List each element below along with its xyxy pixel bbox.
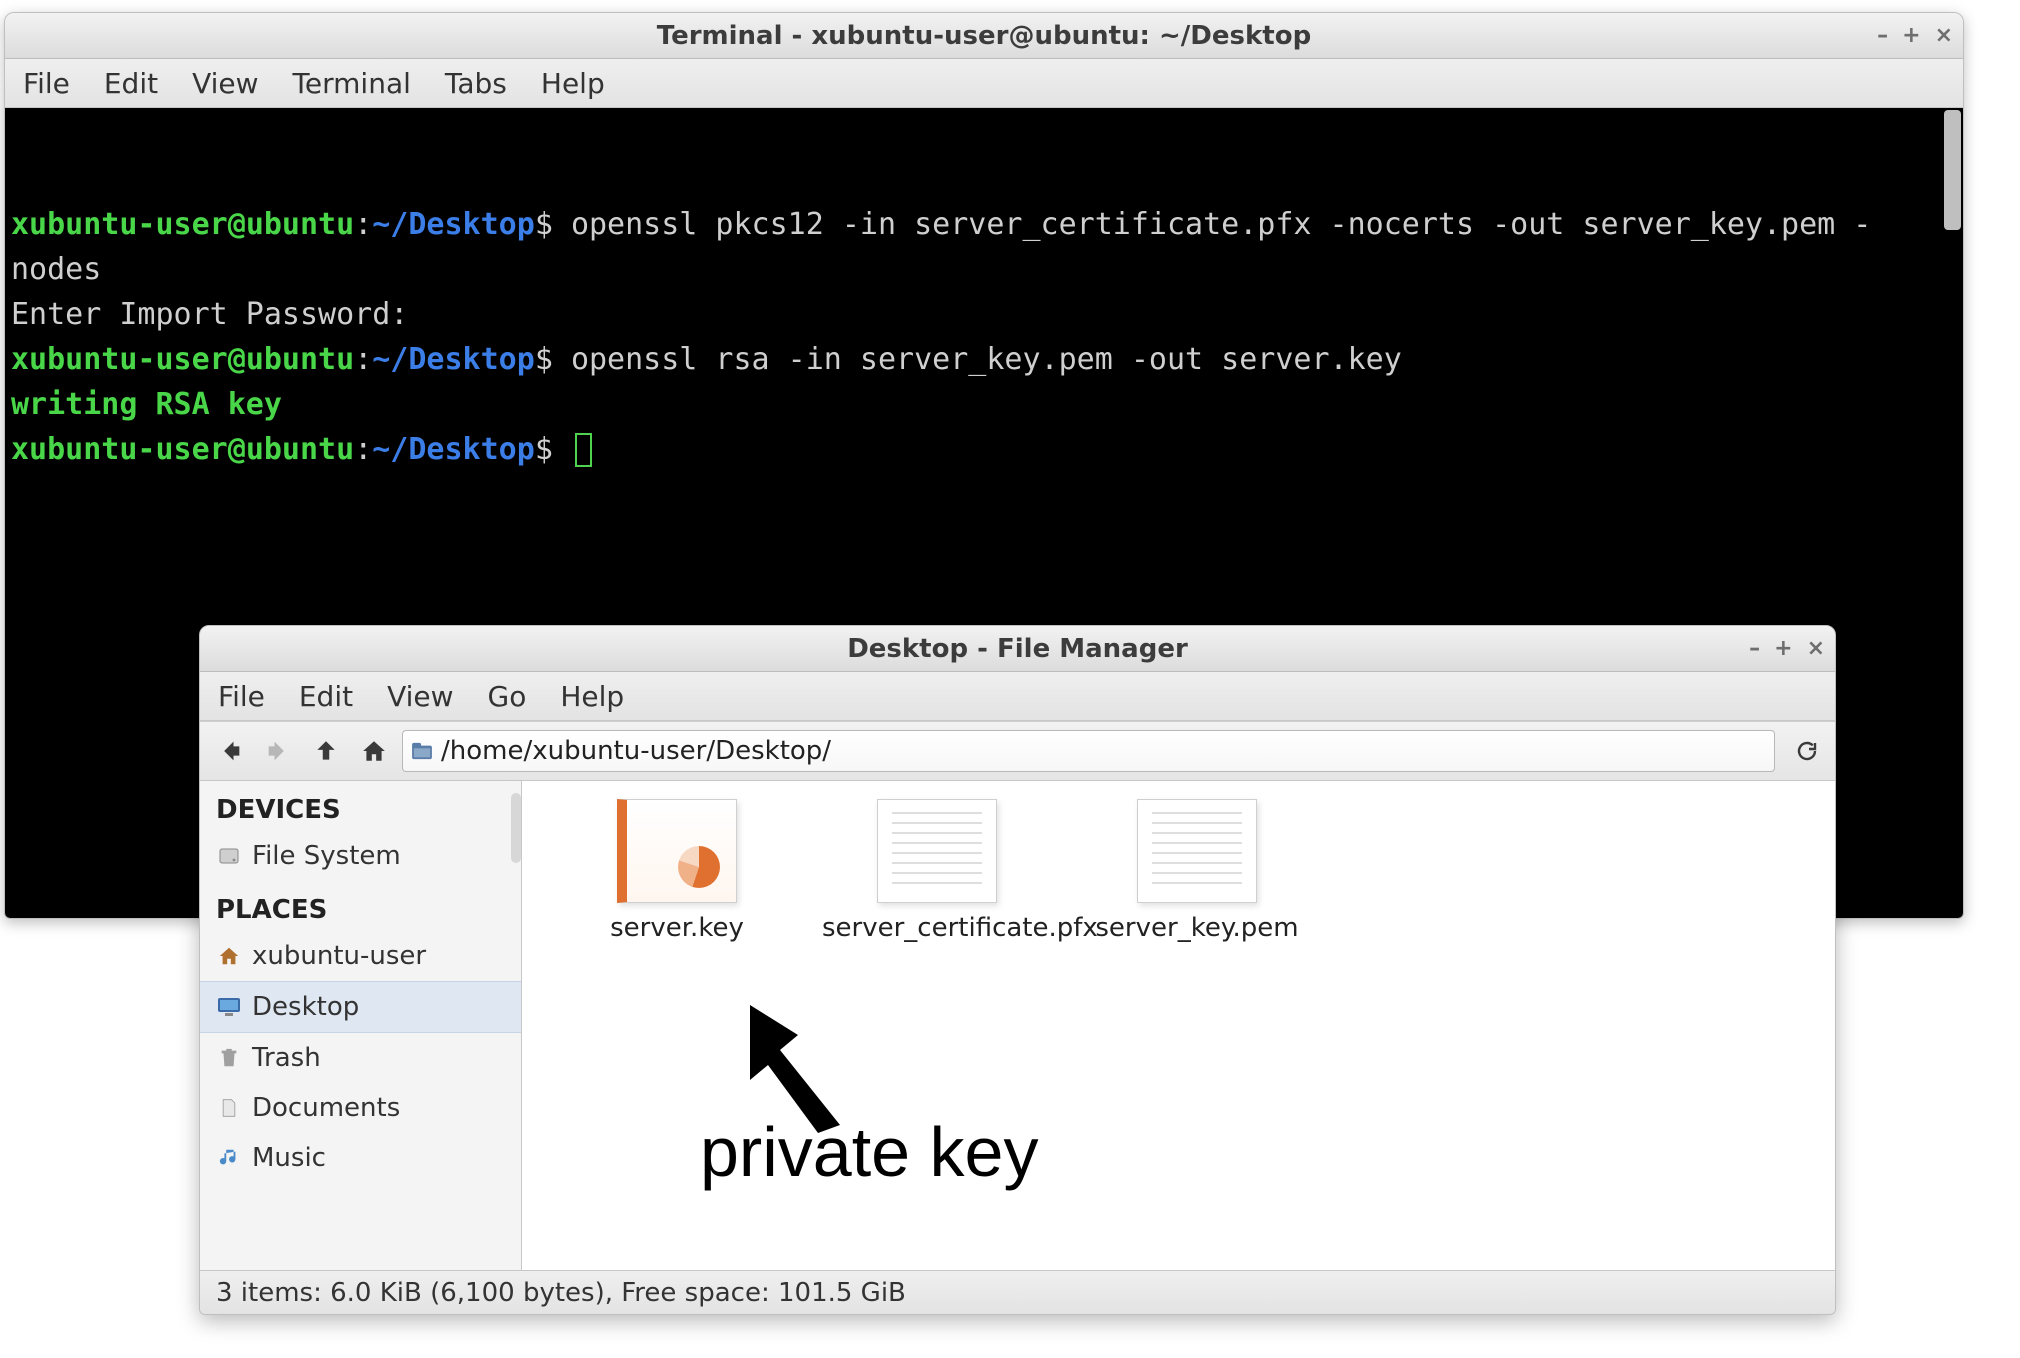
arrow-left-icon	[216, 737, 244, 765]
file-server-key-pem[interactable]: server_key.pem	[1082, 799, 1312, 943]
minimize-button[interactable]: –	[1877, 25, 1888, 47]
prompt-at: @	[228, 432, 246, 467]
file-manager-menubar: File Edit View Go Help	[200, 672, 1835, 721]
sidebar-item-label: xubuntu-user	[252, 941, 426, 971]
file-manager-toolbar: /home/xubuntu-user/Desktop/	[200, 721, 1835, 781]
home-icon	[216, 943, 242, 969]
file-manager-statusbar: 3 items: 6.0 KiB (6,100 bytes), Free spa…	[200, 1270, 1835, 1314]
trash-icon	[216, 1045, 242, 1071]
prompt-colon: :	[354, 207, 372, 242]
sidebar-item-music[interactable]: Music	[200, 1133, 521, 1183]
prompt-user: xubuntu-user	[11, 432, 228, 467]
terminal-scrollbar[interactable]	[1944, 110, 1961, 230]
status-text: 3 items: 6.0 KiB (6,100 bytes), Free spa…	[216, 1278, 906, 1308]
prompt-dollar: $	[535, 207, 553, 242]
sidebar-item-label: Documents	[252, 1093, 400, 1123]
home-button[interactable]	[354, 731, 394, 771]
close-button[interactable]: ×	[1807, 638, 1825, 660]
file-manager-sidebar: DEVICES File System PLACES xubuntu-user …	[200, 781, 522, 1270]
desktop-icon	[216, 994, 242, 1020]
prompt-path: ~/Desktop	[372, 432, 535, 467]
sidebar-item-label: Trash	[252, 1043, 321, 1073]
arrow-up-icon	[313, 738, 339, 764]
home-icon	[361, 738, 387, 764]
file-label: server_certificate.pfx	[822, 913, 1052, 943]
menu-file[interactable]: File	[218, 680, 265, 713]
file-thumb	[877, 799, 997, 903]
document-icon	[216, 1095, 242, 1121]
minimize-button[interactable]: –	[1749, 638, 1760, 660]
up-button[interactable]	[306, 731, 346, 771]
file-manager-main: DEVICES File System PLACES xubuntu-user …	[200, 781, 1835, 1270]
sidebar-heading-devices: DEVICES	[200, 781, 521, 831]
sidebar-item-home[interactable]: xubuntu-user	[200, 931, 521, 981]
sidebar-item-label: Music	[252, 1143, 326, 1173]
sidebar-item-label: File System	[252, 841, 401, 871]
refresh-button[interactable]	[1789, 733, 1825, 769]
disk-icon	[216, 843, 242, 869]
sidebar-heading-places: PLACES	[200, 881, 521, 931]
menu-view[interactable]: View	[387, 680, 453, 713]
terminal-window-controls: – + ×	[1877, 25, 1953, 47]
forward-button[interactable]	[258, 731, 298, 771]
prompt-colon: :	[354, 432, 372, 467]
file-thumb	[617, 799, 737, 903]
prompt-colon: :	[354, 342, 372, 377]
prompt-at: @	[228, 342, 246, 377]
path-text: /home/xubuntu-user/Desktop/	[441, 736, 831, 766]
prompt-path: ~/Desktop	[372, 207, 535, 242]
file-manager-window: Desktop - File Manager – + × File Edit V…	[199, 625, 1836, 1315]
terminal-cursor	[575, 433, 592, 467]
prompt-dollar: $	[535, 342, 553, 377]
sidebar-item-documents[interactable]: Documents	[200, 1083, 521, 1133]
prompt-host: ubuntu	[246, 342, 354, 377]
prompt-host: ubuntu	[246, 207, 354, 242]
path-bar[interactable]: /home/xubuntu-user/Desktop/	[402, 730, 1775, 772]
file-manager-window-controls: – + ×	[1749, 638, 1825, 660]
menu-go[interactable]: Go	[488, 680, 527, 713]
menu-help[interactable]: Help	[541, 67, 605, 100]
prompt-host: ubuntu	[246, 432, 354, 467]
file-label: server.key	[562, 913, 792, 943]
prompt-at: @	[228, 207, 246, 242]
file-server-certificate-pfx[interactable]: server_certificate.pfx	[822, 799, 1052, 943]
file-label: server_key.pem	[1082, 913, 1312, 943]
file-thumb	[1137, 799, 1257, 903]
sidebar-item-file-system[interactable]: File System	[200, 831, 521, 881]
prompt-user: xubuntu-user	[11, 207, 228, 242]
close-button[interactable]: ×	[1935, 25, 1953, 47]
menu-terminal[interactable]: Terminal	[293, 67, 411, 100]
terminal-output-2: writing RSA key	[11, 387, 282, 422]
icon-view: server.key server_certificate.pfx server…	[522, 781, 1835, 961]
terminal-title: Terminal - xubuntu-user@ubuntu: ~/Deskto…	[657, 21, 1311, 51]
prompt-path: ~/Desktop	[372, 342, 535, 377]
music-icon	[216, 1145, 242, 1171]
refresh-icon	[1795, 739, 1819, 763]
file-manager-content[interactable]: server.key server_certificate.pfx server…	[522, 781, 1835, 1270]
terminal-output-1: Enter Import Password:	[11, 297, 408, 332]
file-server-key[interactable]: server.key	[562, 799, 792, 943]
file-manager-titlebar[interactable]: Desktop - File Manager – + ×	[200, 626, 1835, 672]
terminal-cmd-2: openssl rsa -in server_key.pem -out serv…	[571, 342, 1402, 377]
terminal-menubar: File Edit View Terminal Tabs Help	[5, 59, 1963, 108]
menu-tabs[interactable]: Tabs	[445, 67, 507, 100]
back-button[interactable]	[210, 731, 250, 771]
menu-file[interactable]: File	[23, 67, 70, 100]
arrow-right-icon	[264, 737, 292, 765]
prompt-user: xubuntu-user	[11, 342, 228, 377]
terminal-titlebar[interactable]: Terminal - xubuntu-user@ubuntu: ~/Deskto…	[5, 13, 1963, 59]
file-manager-title: Desktop - File Manager	[847, 634, 1188, 664]
sidebar-item-trash[interactable]: Trash	[200, 1033, 521, 1083]
sidebar-item-label: Desktop	[252, 992, 359, 1022]
sidebar-splitter[interactable]	[511, 793, 521, 863]
maximize-button[interactable]: +	[1774, 638, 1792, 660]
folder-icon	[411, 742, 433, 760]
prompt-dollar: $	[535, 432, 553, 467]
menu-edit[interactable]: Edit	[104, 67, 158, 100]
menu-help[interactable]: Help	[560, 680, 624, 713]
menu-view[interactable]: View	[192, 67, 258, 100]
maximize-button[interactable]: +	[1902, 25, 1920, 47]
sidebar-item-desktop[interactable]: Desktop	[200, 981, 521, 1033]
menu-edit[interactable]: Edit	[299, 680, 353, 713]
